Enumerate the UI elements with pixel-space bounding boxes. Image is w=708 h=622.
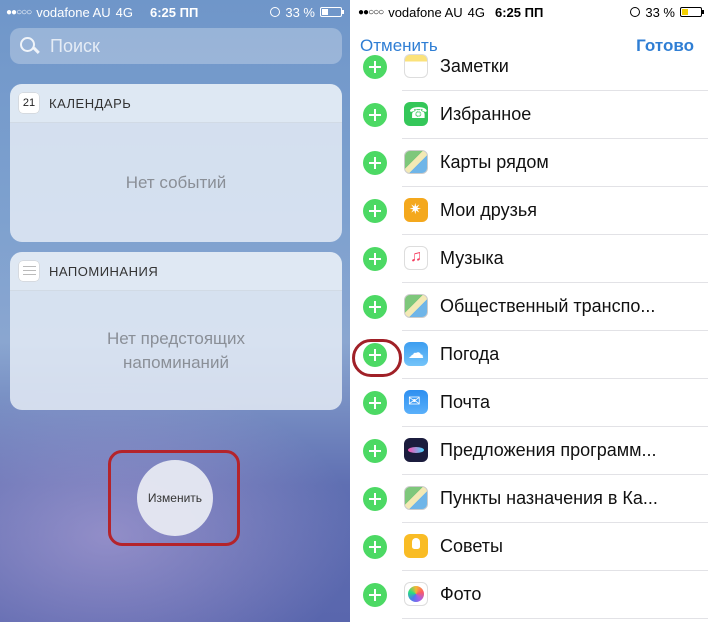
alarm-icon — [630, 7, 641, 17]
search-placeholder: Поиск — [50, 35, 100, 56]
list-item-label: Заметки — [440, 56, 509, 76]
reminders-widget-header: НАПОМИНАНИЯ — [10, 252, 342, 291]
network-type: 4G — [467, 4, 485, 20]
maps-icon — [404, 150, 428, 174]
calendar-widget[interactable]: 21 КАЛЕНДАРЬ Нет событий — [10, 84, 342, 242]
mail-icon — [404, 390, 428, 414]
alarm-icon — [270, 7, 281, 17]
list-item-siri-suggestions[interactable]: Предложения программ... — [352, 427, 708, 475]
edit-button[interactable]: Изменить — [137, 460, 213, 536]
list-item-label: Музыка — [440, 248, 504, 268]
friends-icon — [404, 198, 428, 222]
siri-icon — [404, 438, 428, 462]
list-item-label: Предложения программ... — [440, 440, 657, 460]
weather-icon — [404, 342, 428, 366]
today-view: ●●○○○ vodafone AU 4G 6:25 ПП 33 % Поиск … — [0, 0, 350, 622]
photos-icon — [404, 582, 428, 606]
list-item-label: Советы — [440, 536, 503, 556]
phone-icon — [404, 102, 428, 126]
battery-icon — [680, 7, 704, 17]
list-item-weather[interactable]: Погода — [352, 331, 708, 379]
add-button[interactable] — [363, 439, 387, 463]
reminders-widget[interactable]: НАПОМИНАНИЯ Нет предстоящих напоминаний — [10, 252, 342, 410]
battery-percent: 33 % — [645, 4, 675, 20]
add-button[interactable] — [363, 199, 387, 223]
network-type: 4G — [115, 4, 133, 20]
battery-icon — [320, 7, 344, 17]
add-button[interactable] — [363, 151, 387, 175]
add-button[interactable] — [363, 487, 387, 511]
calendar-widget-header: 21 КАЛЕНДАРЬ — [10, 84, 342, 123]
add-button[interactable] — [363, 55, 387, 79]
add-button[interactable] — [363, 391, 387, 415]
reminders-empty-message-line1: Нет предстоящих — [106, 328, 246, 348]
list-item-favorites[interactable]: Избранное — [352, 91, 708, 139]
calendar-icon: 21 — [19, 93, 39, 113]
search-icon — [20, 37, 38, 55]
list-item-transit[interactable]: Общественный транспо... — [352, 283, 708, 331]
list-item-photos[interactable]: Фото — [352, 571, 708, 619]
list-item-label: Почта — [440, 392, 490, 412]
signal-dots-icon: ●●○○○ — [6, 6, 32, 18]
carrier-name: vodafone AU — [388, 4, 463, 20]
signal-dots-icon: ●●○○○ — [358, 6, 384, 18]
tips-icon — [404, 534, 428, 558]
add-button[interactable] — [363, 103, 387, 127]
maps-icon — [404, 486, 428, 510]
list-item-label: Общественный транспо... — [440, 296, 656, 316]
list-item-label: Мои друзья — [440, 200, 537, 220]
status-time: 6:25 ПП — [495, 4, 544, 20]
add-button[interactable] — [363, 535, 387, 559]
list-item-music[interactable]: Музыка — [352, 235, 708, 283]
reminders-widget-title: НАПОМИНАНИЯ — [49, 263, 159, 279]
list-item-label: Карты рядом — [440, 152, 549, 172]
add-widgets-view: ●●○○○ vodafone AU 4G 6:25 ПП 33 % Отмени… — [352, 0, 708, 622]
list-item-label: Фото — [440, 584, 482, 604]
list-item-notes[interactable]: Заметки — [352, 43, 708, 91]
add-button[interactable] — [363, 295, 387, 319]
music-icon — [404, 246, 428, 270]
list-item-mail[interactable]: Почта — [352, 379, 708, 427]
list-item-tips[interactable]: Советы — [352, 523, 708, 571]
calendar-empty-message: Нет событий — [125, 172, 227, 192]
list-item-find-friends[interactable]: Мои друзья — [352, 187, 708, 235]
search-field[interactable]: Поиск — [10, 28, 342, 64]
reminders-icon — [19, 261, 39, 281]
maps-icon — [404, 294, 428, 318]
status-bar-right: ●●○○○ vodafone AU 4G 6:25 ПП 33 % — [352, 0, 708, 24]
carrier-name: vodafone AU — [36, 4, 111, 20]
status-bar: ●●○○○ vodafone AU 4G 6:25 ПП 33 % — [0, 0, 350, 24]
list-item-destinations[interactable]: Пункты назначения в Ка... — [352, 475, 708, 523]
add-button[interactable] — [363, 583, 387, 607]
list-item-maps-nearby[interactable]: Карты рядом — [352, 139, 708, 187]
notes-icon — [404, 54, 428, 78]
status-time: 6:25 ПП — [150, 4, 199, 20]
list-item-label: Погода — [440, 344, 500, 364]
weather-add-highlight — [352, 339, 402, 377]
list-item-label: Избранное — [440, 104, 532, 124]
calendar-widget-title: КАЛЕНДАРЬ — [49, 95, 132, 111]
reminders-empty-message-line2: напоминаний — [123, 352, 229, 372]
battery-percent: 33 % — [285, 4, 315, 20]
add-button[interactable] — [363, 247, 387, 271]
list-item-label: Пункты назначения в Ка... — [440, 488, 658, 508]
